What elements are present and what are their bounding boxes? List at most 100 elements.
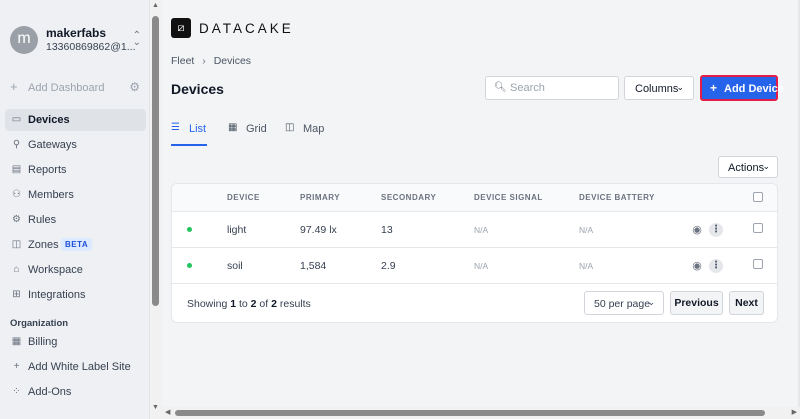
add-dashboard-button[interactable]: + Add Dashboard ⚙ — [10, 79, 140, 96]
chevron-up-down-icon[interactable]: ⌃ ⌄ — [133, 31, 141, 48]
horizontal-scrollbar[interactable]: ◀ ▶ — [162, 407, 800, 419]
device-signal-value: N/A — [474, 225, 489, 235]
table-row[interactable]: light 97.49 lx 13 N/A N/A ◉ ⋮ — [172, 212, 777, 248]
sidebar-item-add-ons[interactable]: ⁘ Add-Ons — [5, 381, 146, 403]
eye-icon[interactable]: ◉ — [690, 223, 704, 237]
scroll-up-icon[interactable]: ▲ — [152, 2, 159, 9]
row-checkbox[interactable] — [753, 223, 763, 233]
column-header-device-signal[interactable]: DEVICE SIGNAL — [474, 193, 543, 202]
breadcrumb: Fleet › Devices — [171, 55, 251, 67]
sidebar-item-billing[interactable]: ▦ Billing — [5, 331, 146, 353]
plus-icon: + — [13, 361, 20, 372]
sidebar-item-members[interactable]: ⚇ Members — [5, 184, 146, 206]
gear-icon[interactable]: ⚙ — [129, 80, 140, 94]
per-page-value: 50 per page — [594, 298, 651, 310]
sidebar-item-label: Devices — [28, 114, 70, 126]
chevron-down-icon: ⌄ — [647, 297, 655, 307]
scrollbar-thumb[interactable] — [152, 16, 159, 306]
tab-label: Map — [303, 123, 325, 135]
previous-button[interactable]: Previous — [670, 291, 723, 315]
secondary-value: 13 — [381, 224, 393, 236]
device-name[interactable]: light — [227, 224, 246, 236]
actions-label: Actions — [728, 162, 765, 174]
chevron-right-icon: › — [202, 55, 206, 67]
rules-icon: ⚙ — [12, 214, 21, 225]
list-icon: ☰ — [171, 122, 180, 133]
range-from: 1 — [230, 298, 237, 310]
column-header-device[interactable]: DEVICE — [227, 193, 260, 202]
sidebar-item-label: Reports — [28, 164, 67, 176]
device-battery-value: N/A — [579, 261, 594, 271]
sidebar-item-workspace[interactable]: ⌂ Workspace — [5, 259, 146, 281]
sidebar-item-integrations[interactable]: ⊞ Integrations — [5, 284, 146, 306]
logo-text: DATACAKE — [199, 21, 294, 36]
results-summary: Showing 1 to 2 of 2 results — [187, 298, 311, 310]
tab-label: List — [189, 123, 207, 135]
columns-button[interactable]: Columns ⌄ — [624, 76, 694, 100]
tab-grid[interactable]: ▦ Grid — [228, 118, 268, 146]
add-device-label: Add Device — [724, 83, 784, 95]
sidebar-item-reports[interactable]: ▤ Reports — [5, 159, 146, 181]
results-text: results — [279, 298, 311, 310]
pagination-footer: Showing 1 to 2 of 2 results 50 per page … — [172, 284, 777, 322]
table-header: DEVICE PRIMARY SECONDARY DEVICE SIGNAL D… — [172, 184, 777, 212]
user-email: 13360869862@1... — [46, 41, 136, 53]
scroll-left-icon[interactable]: ◀ — [165, 408, 170, 416]
user-name: makerfabs — [46, 26, 107, 40]
sidebar-item-rules[interactable]: ⚙ Rules — [5, 209, 146, 231]
vertical-scrollbar[interactable]: ▲ ▼ — [150, 0, 162, 419]
eye-icon[interactable]: ◉ — [690, 259, 704, 273]
sidebar-item-label: Gateways — [28, 139, 77, 151]
sidebar-item-add-white-label-site[interactable]: + Add White Label Site — [5, 356, 146, 378]
next-button[interactable]: Next — [729, 291, 764, 315]
online-status-dot — [187, 263, 192, 268]
scroll-right-icon[interactable]: ▶ — [792, 408, 797, 416]
sidebar-item-label: Integrations — [28, 289, 86, 301]
table-row[interactable]: soil 1,584 2.9 N/A N/A ◉ ⋮ — [172, 248, 777, 284]
breadcrumb-devices[interactable]: Devices — [214, 55, 251, 67]
sidebar-item-label: Zones — [28, 239, 59, 251]
datacake-logo[interactable]: ⧄ — [171, 18, 191, 38]
members-icon: ⚇ — [12, 189, 21, 200]
column-header-secondary[interactable]: SECONDARY — [381, 193, 436, 202]
search-icon: 🔍︎ — [494, 82, 507, 93]
more-options-icon[interactable]: ⋮ — [709, 259, 723, 273]
device-name[interactable]: soil — [227, 260, 243, 272]
sidebar-item-label: Workspace — [28, 264, 83, 276]
per-page-select[interactable]: 50 per page ⌄ — [584, 291, 664, 315]
user-switcher[interactable]: m makerfabs 13360869862@1... ⌃ ⌄ — [10, 24, 145, 58]
view-tabs: ☰ List ▦ Grid ◫ Map — [171, 118, 778, 146]
report-icon: ▤ — [11, 164, 22, 175]
integrations-icon: ⊞ — [12, 289, 21, 300]
page-title: Devices — [171, 81, 224, 97]
add-device-button[interactable]: + Add Device — [700, 75, 784, 101]
breadcrumb-fleet[interactable]: Fleet — [171, 55, 194, 67]
scrollbar-thumb[interactable] — [175, 410, 765, 416]
section-label-organization: Organization — [10, 318, 69, 329]
column-header-primary[interactable]: PRIMARY — [300, 193, 340, 202]
device-battery-value: N/A — [579, 225, 594, 235]
sidebar-item-label: Add White Label Site — [28, 361, 131, 373]
secondary-value: 2.9 — [381, 260, 396, 272]
row-checkbox[interactable] — [753, 259, 763, 269]
tab-list[interactable]: ☰ List — [171, 118, 207, 146]
search-input[interactable] — [510, 80, 614, 96]
sidebar-item-zones[interactable]: ◫ Zones BETA — [5, 234, 146, 256]
device-signal-value: N/A — [474, 261, 489, 271]
select-all-checkbox[interactable] — [753, 192, 763, 202]
scroll-down-icon[interactable]: ▼ — [152, 404, 159, 411]
sidebar-item-gateways[interactable]: ⚲ Gateways — [5, 134, 146, 156]
online-status-dot — [187, 227, 192, 232]
columns-label: Columns — [635, 83, 679, 95]
gateway-icon: ⚲ — [12, 139, 21, 150]
chevron-down-icon: ⌄ — [762, 161, 770, 171]
search-box[interactable]: 🔍︎ — [485, 76, 619, 100]
sidebar-item-devices[interactable]: ▭ Devices — [5, 109, 146, 131]
of-text: of — [259, 298, 269, 310]
column-header-device-battery[interactable]: DEVICE BATTERY — [579, 193, 655, 202]
primary-value: 1,584 — [300, 260, 327, 272]
more-options-icon[interactable]: ⋮ — [709, 223, 723, 237]
tab-map[interactable]: ◫ Map — [285, 118, 325, 146]
sidebar: m makerfabs 13360869862@1... ⌃ ⌄ + Add Da… — [0, 0, 150, 419]
actions-button[interactable]: Actions ⌄ — [718, 156, 778, 178]
